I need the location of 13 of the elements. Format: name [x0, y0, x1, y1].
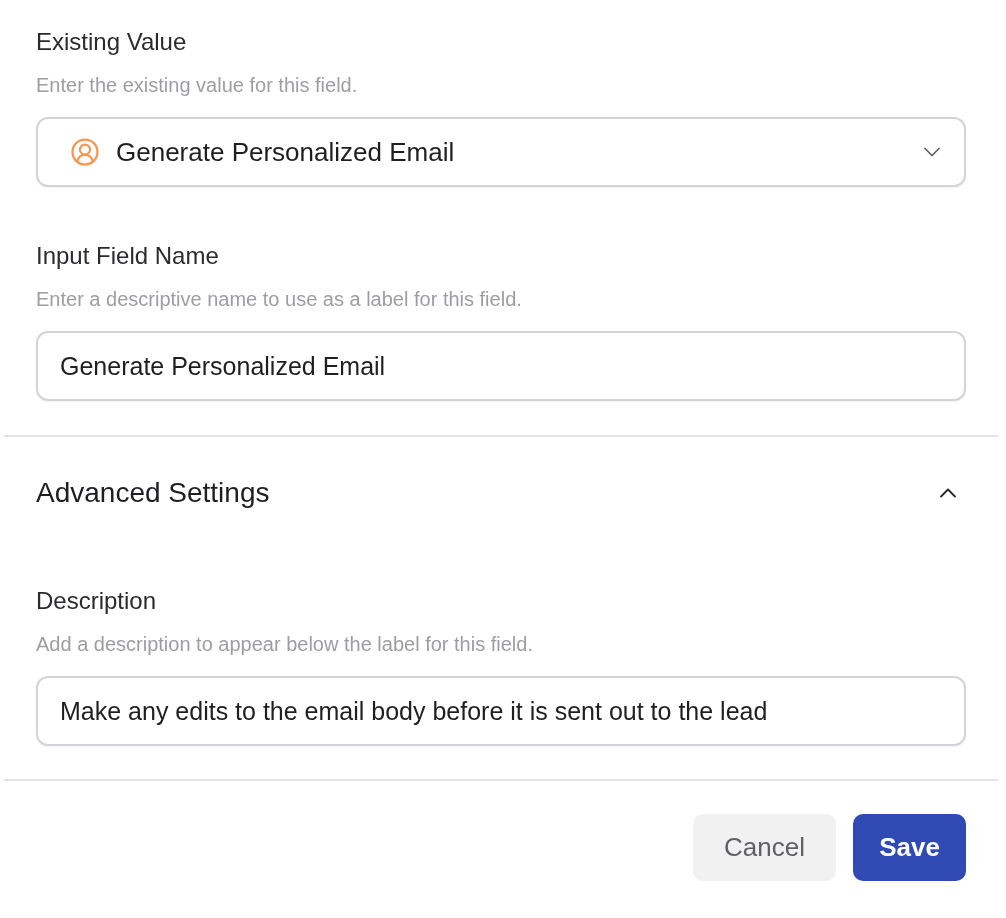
input-field[interactable]: Generate Personalized Email: [36, 331, 966, 401]
field-label: Description: [36, 586, 158, 616]
field-hint: Enter a descriptive name to use as a label for this field.: [36, 287, 523, 312]
field-hint: Add a description to appear below the label for this field.: [36, 632, 534, 657]
select-field[interactable]: Generate Personalized Email: [36, 117, 966, 187]
user-icon: [70, 137, 100, 167]
cancel-button[interactable]: Cancel: [693, 814, 836, 881]
section-title: Advanced Settings: [36, 476, 270, 510]
input-field[interactable]: Make any edits to the email body before it is sent out to the lead: [36, 676, 966, 746]
field-label: Input Field Name: [36, 241, 220, 271]
field-hint: Enter the existing value for this field.: [36, 73, 359, 98]
field-label: Existing Value: [36, 27, 188, 57]
save-button[interactable]: Save: [853, 814, 966, 881]
